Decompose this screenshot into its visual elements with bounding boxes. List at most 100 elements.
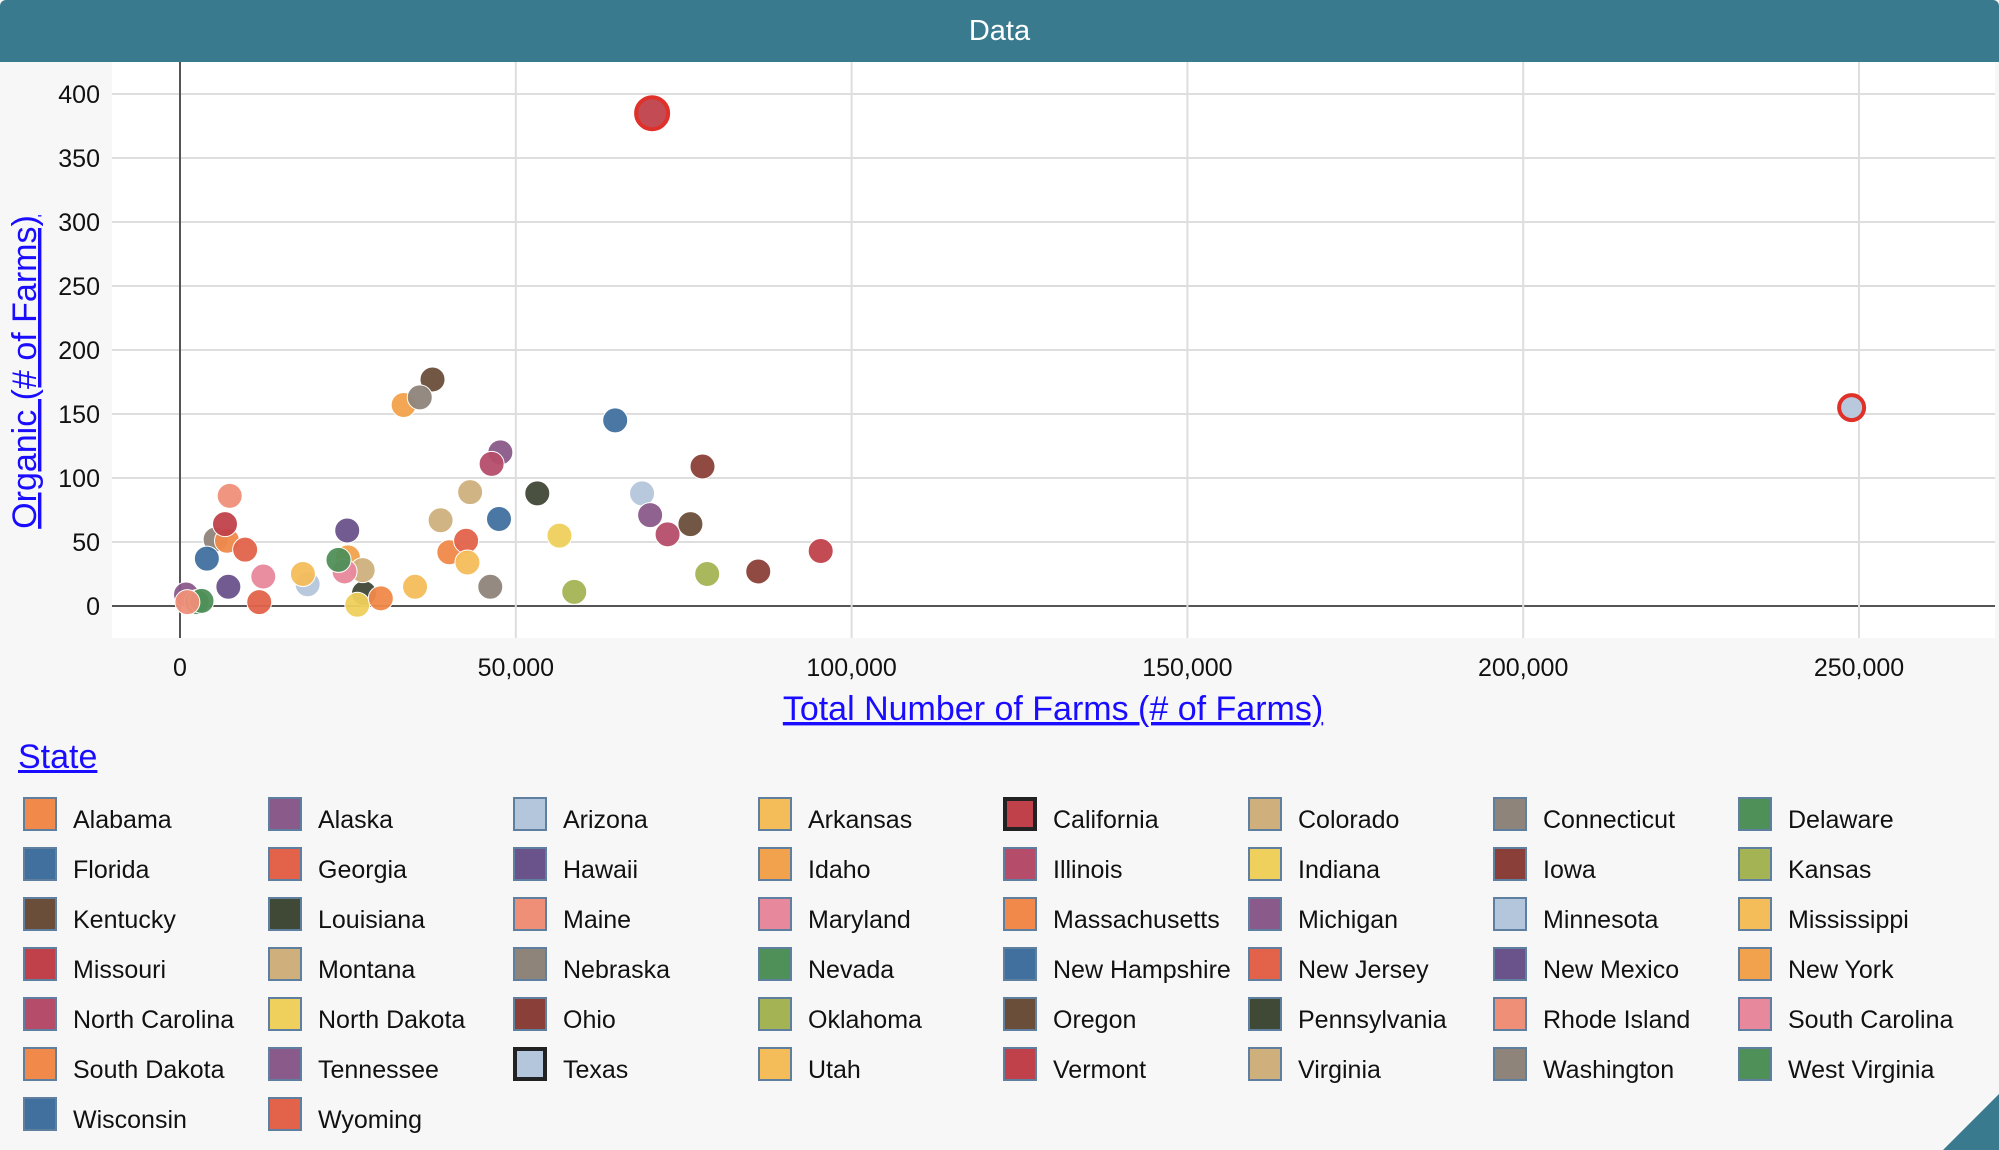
- data-point-illinois[interactable]: Illinois: [654, 521, 681, 548]
- data-point-new-hampshire[interactable]: New Hampshire: [193, 545, 220, 572]
- data-point-colorado[interactable]: Colorado: [427, 507, 454, 534]
- legend-item[interactable]: Pennsylvania: [1248, 995, 1493, 1034]
- legend-item[interactable]: Rhode Island: [1493, 995, 1738, 1034]
- data-point-vermont[interactable]: Vermont: [211, 511, 238, 538]
- data-point-maine[interactable]: Maine: [216, 482, 243, 509]
- data-point-nebraska[interactable]: Nebraska: [477, 573, 504, 600]
- legend-item[interactable]: Oklahoma: [758, 995, 1003, 1034]
- legend-item[interactable]: Michigan: [1248, 895, 1493, 934]
- legend-swatch: [1493, 847, 1527, 881]
- legend-item[interactable]: Minnesota: [1493, 895, 1738, 934]
- legend-item[interactable]: Alabama: [23, 795, 268, 834]
- data-point-washington[interactable]: Washington: [406, 384, 433, 411]
- legend-item[interactable]: Georgia: [268, 845, 513, 884]
- data-point-new-jersey[interactable]: New Jersey: [232, 536, 259, 563]
- legend-item[interactable]: Wisconsin: [23, 1095, 268, 1134]
- legend-item[interactable]: Wyoming: [268, 1095, 513, 1134]
- legend-item[interactable]: California: [1003, 795, 1248, 834]
- legend-item[interactable]: Florida: [23, 845, 268, 884]
- legend-item[interactable]: Indiana: [1248, 845, 1493, 884]
- data-point-rhode-island[interactable]: Rhode Island: [174, 589, 201, 616]
- legend-item[interactable]: Utah: [758, 1045, 1003, 1084]
- legend-item[interactable]: Nevada: [758, 945, 1003, 984]
- data-point-florida[interactable]: Florida: [486, 505, 513, 532]
- legend-item[interactable]: Kansas: [1738, 845, 1983, 884]
- data-point-mississippi[interactable]: Mississippi: [454, 549, 481, 576]
- legend-item[interactable]: Arkansas: [758, 795, 1003, 834]
- legend-item[interactable]: Massachusetts: [1003, 895, 1248, 934]
- legend-item[interactable]: Idaho: [758, 845, 1003, 884]
- legend-item[interactable]: Illinois: [1003, 845, 1248, 884]
- data-point-hawaii[interactable]: Hawaii: [215, 573, 242, 600]
- legend-item[interactable]: Colorado: [1248, 795, 1493, 834]
- legend-item[interactable]: Kentucky: [23, 895, 268, 934]
- data-point-missouri[interactable]: Missouri: [807, 537, 834, 564]
- data-point-wisconsin[interactable]: Wisconsin: [602, 407, 629, 434]
- x-axis-title[interactable]: Total Number of Farms (# of Farms): [783, 690, 1323, 728]
- data-point-california[interactable]: California: [634, 95, 671, 132]
- legend-title[interactable]: State: [18, 738, 97, 777]
- data-point-virginia[interactable]: Virginia: [457, 479, 484, 506]
- legend-item[interactable]: Louisiana: [268, 895, 513, 934]
- legend-item[interactable]: New Hampshire: [1003, 945, 1248, 984]
- legend-item[interactable]: Iowa: [1493, 845, 1738, 884]
- legend-item[interactable]: Connecticut: [1493, 795, 1738, 834]
- legend-item[interactable]: New Mexico: [1493, 945, 1738, 984]
- legend-label: Michigan: [1298, 905, 1399, 934]
- data-point-wyoming[interactable]: Wyoming: [246, 589, 273, 616]
- legend-item[interactable]: Tennessee: [268, 1045, 513, 1084]
- data-point-utah[interactable]: Utah: [289, 561, 316, 587]
- legend-item[interactable]: South Carolina: [1738, 995, 1983, 1034]
- data-point-iowa[interactable]: Iowa: [745, 558, 772, 585]
- legend-item[interactable]: Mississippi: [1738, 895, 1983, 934]
- data-point-north-carolina[interactable]: North Carolina: [478, 450, 505, 477]
- legend-item[interactable]: West Virginia: [1738, 1045, 1983, 1084]
- legend-item[interactable]: Montana: [268, 945, 513, 984]
- data-point-oklahoma[interactable]: Oklahoma: [694, 561, 721, 587]
- data-point-minnesota[interactable]: Minnesota: [629, 480, 656, 507]
- legend-label: Colorado: [1298, 805, 1400, 834]
- legend-item[interactable]: Vermont: [1003, 1045, 1248, 1084]
- legend-item[interactable]: Alaska: [268, 795, 513, 834]
- legend-item[interactable]: Missouri: [23, 945, 268, 984]
- data-point-north-dakota[interactable]: North Dakota: [344, 591, 371, 618]
- legend-item[interactable]: South Dakota: [23, 1045, 268, 1084]
- legend-item[interactable]: New York: [1738, 945, 1983, 984]
- legend-label: Washington: [1543, 1055, 1675, 1084]
- legend-label: Massachusetts: [1053, 905, 1220, 934]
- data-point-kentucky[interactable]: Kentucky: [677, 511, 704, 538]
- data-point-texas[interactable]: Texas: [1837, 393, 1867, 423]
- data-point-ohio[interactable]: Ohio: [689, 453, 716, 480]
- resize-handle-icon[interactable]: [1943, 1094, 1999, 1150]
- data-point-arkansas[interactable]: Arkansas: [402, 573, 429, 600]
- legend-item[interactable]: Arizona: [513, 795, 758, 834]
- legend-item[interactable]: Virginia: [1248, 1045, 1493, 1084]
- legend-item[interactable]: North Carolina: [23, 995, 268, 1034]
- legend-item[interactable]: Nebraska: [513, 945, 758, 984]
- data-point-tennessee[interactable]: Tennessee: [637, 502, 664, 529]
- legend-label: Montana: [318, 955, 416, 984]
- legend-swatch: [1248, 897, 1282, 931]
- data-point-pennsylvania[interactable]: Pennsylvania: [524, 480, 551, 507]
- legend-item[interactable]: Ohio: [513, 995, 758, 1034]
- legend-item[interactable]: Maine: [513, 895, 758, 934]
- legend-swatch: [758, 997, 792, 1031]
- legend-item[interactable]: North Dakota: [268, 995, 513, 1034]
- data-point-maryland[interactable]: Maryland: [250, 563, 277, 590]
- legend-item[interactable]: Washington: [1493, 1045, 1738, 1084]
- data-point-kansas[interactable]: Kansas: [561, 578, 588, 605]
- data-point-new-mexico[interactable]: New Mexico: [334, 517, 361, 544]
- legend-item[interactable]: Maryland: [758, 895, 1003, 934]
- legend-item[interactable]: Delaware: [1738, 795, 1983, 834]
- data-point-south-dakota[interactable]: South Dakota: [367, 585, 394, 612]
- y-tick-label: 250: [58, 273, 100, 301]
- y-axis-title[interactable]: Organic (# of Farms): [6, 215, 44, 529]
- legend-label: South Dakota: [73, 1055, 225, 1084]
- data-point-indiana[interactable]: Indiana: [546, 522, 573, 549]
- legend-item[interactable]: Hawaii: [513, 845, 758, 884]
- legend-item[interactable]: New Jersey: [1248, 945, 1493, 984]
- legend-item[interactable]: Texas: [513, 1045, 758, 1084]
- legend-item[interactable]: Oregon: [1003, 995, 1248, 1034]
- data-point-georgia[interactable]: Georgia: [453, 527, 480, 554]
- data-point-west-virginia[interactable]: West Virginia: [325, 546, 352, 573]
